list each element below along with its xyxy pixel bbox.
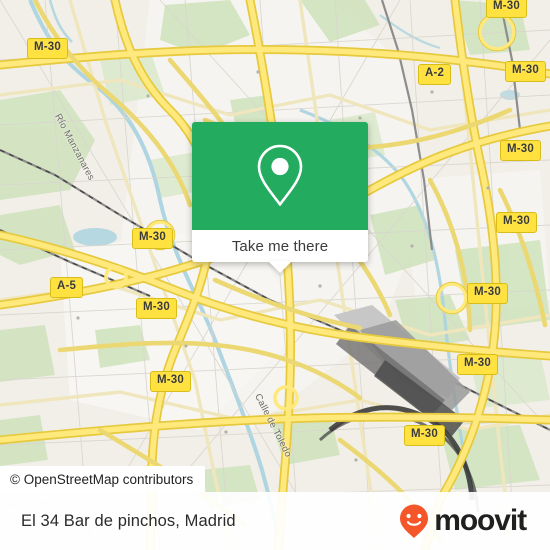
highway-shield: M-30 xyxy=(496,212,538,233)
moovit-pin-icon xyxy=(400,504,429,538)
highway-shield: M-30 xyxy=(505,61,547,82)
moovit-logo[interactable]: moovit xyxy=(397,503,527,539)
callout-tail xyxy=(268,261,292,273)
map-screenshot: M-30 M-30 A-5 M-30 M-30 A-2 M-30 M-30 M-… xyxy=(0,0,550,550)
highway-shield: A-2 xyxy=(418,64,452,85)
osm-attribution[interactable]: © OpenStreetMap contributors xyxy=(0,466,206,492)
highway-shield: M-30 xyxy=(486,0,528,18)
moovit-wordmark: moovit xyxy=(434,504,527,537)
map-pin-icon xyxy=(257,144,303,206)
take-me-there-button[interactable]: Take me there xyxy=(192,230,368,273)
highway-shield: A-5 xyxy=(50,277,84,298)
highway-shield: M-30 xyxy=(500,140,542,161)
highway-shield: M-30 xyxy=(150,371,192,392)
highway-shield: M-30 xyxy=(136,298,178,319)
take-me-there-label: Take me there xyxy=(231,237,329,255)
take-me-there-callout[interactable]: Take me there xyxy=(192,122,368,273)
highway-shield: M-30 xyxy=(27,38,69,59)
highway-shield: M-30 xyxy=(404,425,446,446)
highway-shield: M-30 xyxy=(467,283,509,304)
highway-shield: M-30 xyxy=(457,354,499,375)
highway-shield: M-30 xyxy=(132,228,174,249)
osm-attribution-text: © OpenStreetMap contributors xyxy=(10,471,194,487)
bottom-bar: El 34 Bar de pinchos, Madrid moovit xyxy=(0,492,550,550)
place-name: El 34 Bar de pinchos, Madrid xyxy=(21,511,236,530)
callout-icon-area xyxy=(192,122,368,230)
